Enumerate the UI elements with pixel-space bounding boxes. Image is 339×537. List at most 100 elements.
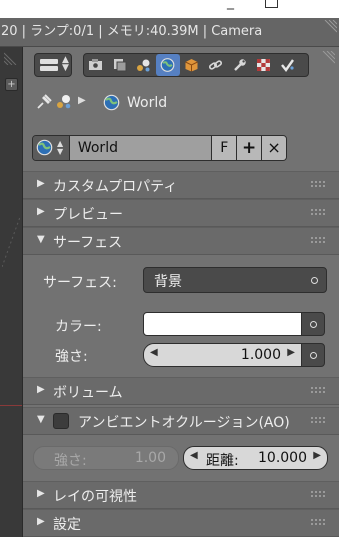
strength-socket-button[interactable]	[301, 343, 325, 367]
world-globe-icon	[36, 139, 53, 156]
triangle-right-icon: ▶	[37, 206, 45, 217]
tab-world[interactable]	[156, 54, 180, 76]
section-volume[interactable]: ▶ ボリューム	[23, 377, 339, 405]
increment-arrow-icon[interactable]: ▶	[287, 347, 295, 358]
tab-render[interactable]	[84, 54, 108, 76]
section-title: ボリューム	[53, 385, 123, 401]
corner-grip-icon[interactable]	[4, 51, 18, 65]
texture-checker-icon	[257, 59, 270, 71]
section-custom-properties[interactable]: ▶ カスタムプロパティ	[23, 171, 339, 199]
render-layers-icon	[114, 59, 127, 72]
triangle-right-icon: ▶	[37, 488, 45, 499]
node-socket-icon	[310, 321, 317, 328]
section-title: レイの可視性	[53, 489, 137, 505]
color-socket-button[interactable]	[301, 312, 325, 336]
ao-distance-label: 距離:	[206, 453, 239, 469]
maximize-icon[interactable]	[265, 0, 278, 8]
drag-grip-icon[interactable]	[311, 181, 329, 189]
tab-scene[interactable]	[132, 54, 156, 76]
properties-header: ▲ ▼	[31, 53, 333, 77]
corner-grip-icon[interactable]	[323, 20, 337, 34]
world-browse-button[interactable]: ▲ ▼	[33, 136, 70, 160]
viewport-grid-lines	[2, 216, 20, 267]
add-world-button[interactable]: +	[236, 136, 262, 160]
drag-grip-icon[interactable]	[311, 519, 329, 527]
decrement-arrow-icon[interactable]: ◀	[150, 347, 158, 358]
particles-icon	[281, 59, 294, 72]
section-ray-visibility[interactable]: ▶ レイの可視性	[23, 481, 339, 509]
triangle-right-icon: ▶	[37, 516, 45, 527]
scene-icon	[137, 59, 150, 72]
ao-distance-value: 10.000	[258, 450, 307, 466]
ao-strength-label: 強さ:	[54, 453, 87, 469]
tab-object[interactable]	[180, 54, 204, 76]
properties-panel: ▲ ▼ ▶ World ▲ ▼ World F + × ▶ カスタムプロパティ …	[23, 47, 339, 537]
node-socket-icon	[311, 277, 318, 284]
triangle-down-icon: ▼	[37, 234, 45, 245]
drag-grip-icon[interactable]	[311, 387, 329, 395]
drag-grip-icon[interactable]	[311, 491, 329, 499]
surface-type-label: サーフェス:	[43, 275, 117, 291]
drag-grip-icon[interactable]	[311, 209, 329, 217]
wrench-icon	[234, 59, 246, 71]
tab-constraints[interactable]	[204, 54, 228, 76]
context-tabs	[83, 53, 309, 77]
color-label: カラー:	[55, 319, 102, 335]
unlink-world-button[interactable]: ×	[261, 136, 286, 160]
strength-label: 強さ:	[55, 349, 88, 365]
fake-user-button[interactable]: F	[211, 136, 237, 160]
tab-texture[interactable]	[252, 54, 276, 76]
ao-strength-value: 1.00	[134, 450, 166, 466]
tab-render-layers[interactable]	[108, 54, 132, 76]
surface-type-value: 背景	[154, 274, 182, 290]
updown-arrow-icon: ▲ ▼	[62, 55, 69, 73]
triangle-right-icon: ▶	[37, 178, 45, 189]
info-header: 20 | ランプ:0/1 | メモリ:40.39M | Camera	[0, 18, 339, 47]
drag-grip-icon[interactable]	[311, 237, 329, 245]
camera-icon	[89, 59, 102, 70]
ao-strength-field[interactable]: 強さ: 1.00	[33, 446, 179, 470]
object-cube-icon	[185, 59, 198, 72]
viewport-edge: +	[0, 47, 23, 537]
pin-icon[interactable]	[35, 93, 53, 111]
triangle-down-icon: ▼	[37, 414, 45, 425]
increment-arrow-icon[interactable]: ▶	[313, 450, 321, 461]
ao-enable-checkbox[interactable]	[53, 413, 69, 429]
viewport-add-button[interactable]: +	[5, 78, 18, 91]
section-title: プレビュー	[53, 207, 123, 223]
color-swatch[interactable]	[143, 312, 302, 336]
breadcrumb: ▶ World	[35, 93, 325, 113]
node-socket-icon	[310, 352, 317, 359]
editor-type-selector[interactable]: ▲ ▼	[34, 53, 72, 77]
world-datablock-field: ▲ ▼ World F + ×	[32, 135, 287, 161]
constraint-chain-icon	[208, 60, 223, 70]
strength-number-field[interactable]: ◀ 1.000 ▶	[143, 343, 302, 367]
world-globe-icon	[160, 58, 175, 72]
triangle-right-icon: ▶	[37, 384, 45, 395]
window-titlebar: _	[0, 0, 339, 18]
scene-icon	[57, 95, 71, 109]
ao-distance-field[interactable]: ◀ 距離: 10.000 ▶	[183, 446, 328, 470]
drag-grip-icon[interactable]	[311, 417, 329, 425]
minimize-icon[interactable]: _	[227, 0, 234, 10]
viewport-axis-line	[0, 405, 22, 406]
section-preview[interactable]: ▶ プレビュー	[23, 199, 339, 227]
info-text: 20 | ランプ:0/1 | メモリ:40.39M | Camera	[1, 24, 263, 39]
section-title: 設定	[53, 517, 81, 533]
tab-particles[interactable]	[276, 54, 300, 76]
updown-arrow-icon: ▲ ▼	[57, 139, 64, 156]
world-globe-icon	[103, 94, 120, 111]
breadcrumb-world-label: World	[127, 95, 168, 111]
section-surface[interactable]: ▼ サーフェス	[23, 227, 339, 255]
tab-modifiers[interactable]	[228, 54, 252, 76]
decrement-arrow-icon[interactable]: ◀	[190, 450, 198, 461]
section-ambient-occlusion[interactable]: ▼ アンビエントオクルージョン(AO)	[23, 407, 339, 435]
section-settings[interactable]: ▶ 設定	[23, 509, 339, 537]
section-title: アンビエントオクルージョン(AO)	[78, 415, 290, 431]
world-name-input[interactable]: World	[69, 136, 212, 160]
strength-value: 1.000	[240, 347, 281, 363]
surface-type-dropdown[interactable]: 背景	[143, 267, 327, 293]
section-title: サーフェス	[53, 235, 123, 251]
chevron-right-icon: ▶	[78, 95, 86, 106]
section-title: カスタムプロパティ	[53, 179, 178, 195]
